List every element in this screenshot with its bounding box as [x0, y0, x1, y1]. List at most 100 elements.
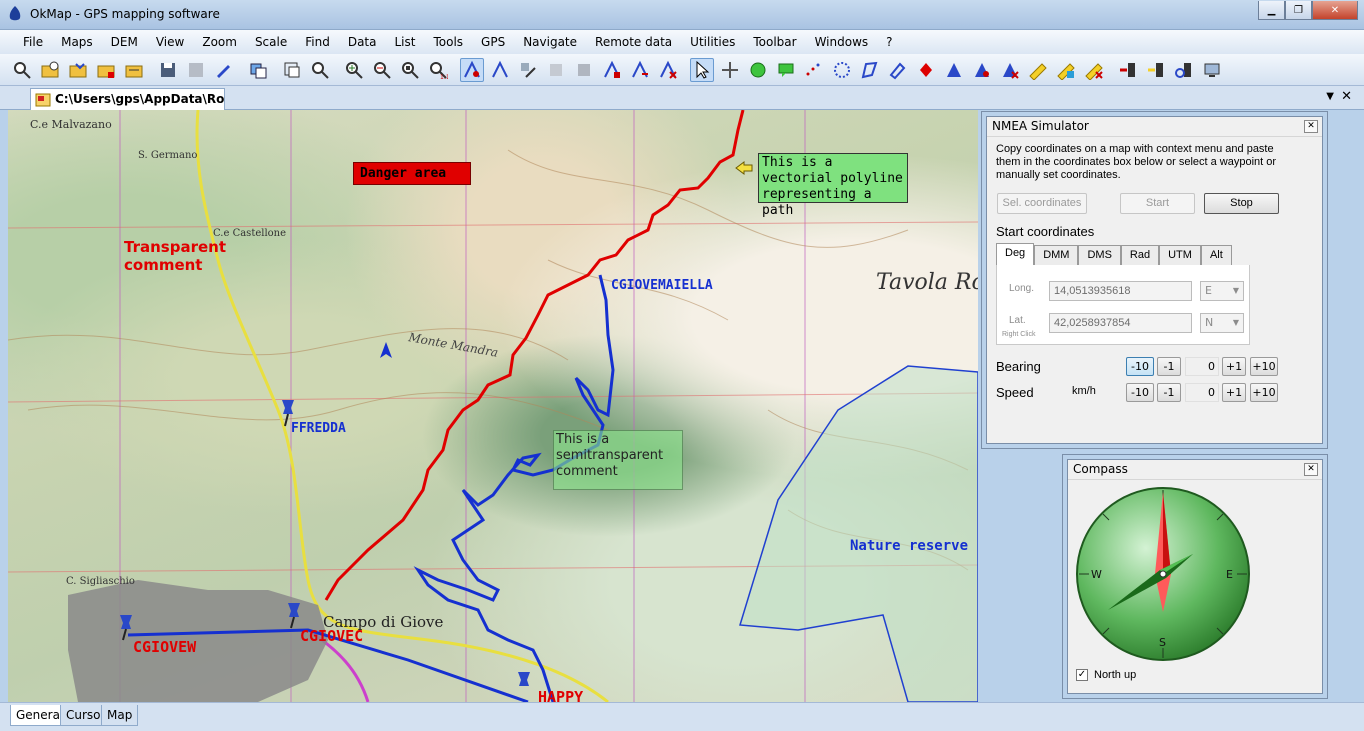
- data-disabled-2-button[interactable]: [572, 58, 596, 82]
- add-route-button[interactable]: [942, 58, 966, 82]
- open-folder-list-button[interactable]: [122, 58, 146, 82]
- delete-track-button[interactable]: [998, 58, 1022, 82]
- edit-data-button[interactable]: [212, 58, 236, 82]
- maximize-button[interactable]: ❐: [1285, 1, 1312, 20]
- comment-button[interactable]: [774, 58, 798, 82]
- tab-list-chevron-icon[interactable]: ▼: [1326, 91, 1334, 102]
- menu-list[interactable]: List: [385, 31, 424, 53]
- start-button[interactable]: Start: [1120, 193, 1195, 214]
- tab-dms[interactable]: DMS: [1078, 245, 1121, 265]
- data-pen-button[interactable]: [516, 58, 540, 82]
- menu-dem[interactable]: DEM: [102, 31, 147, 53]
- tab-alt[interactable]: Alt: [1200, 245, 1232, 265]
- add-track-button[interactable]: [970, 58, 994, 82]
- zoom-fit-button[interactable]: [398, 58, 422, 82]
- data-delete-button[interactable]: [656, 58, 680, 82]
- menu-navigate[interactable]: Navigate: [514, 31, 586, 53]
- gps-realtime-button[interactable]: [1172, 58, 1196, 82]
- menu-help[interactable]: ?: [877, 31, 901, 53]
- save-button[interactable]: [156, 58, 180, 82]
- bearing-minus-1-button[interactable]: -1: [1157, 357, 1181, 376]
- waypoint-label-happy[interactable]: HAPPY: [538, 688, 583, 702]
- bearing-plus-10-button[interactable]: +10: [1250, 357, 1278, 376]
- zoom-in-button[interactable]: [342, 58, 366, 82]
- tab-utm[interactable]: UTM: [1159, 245, 1201, 265]
- close-window-button[interactable]: ✕: [1312, 1, 1358, 20]
- menu-file[interactable]: File: [14, 31, 52, 53]
- menu-view[interactable]: View: [147, 31, 193, 53]
- menu-maps[interactable]: Maps: [52, 31, 102, 53]
- waypoint-label-cgiovemaiella[interactable]: CGIOVEMAIELLA: [611, 278, 713, 293]
- data-disabled-1-button[interactable]: [544, 58, 568, 82]
- speed-value[interactable]: 0: [1185, 383, 1219, 402]
- select-coordinates-button[interactable]: Sel. coordinates: [997, 193, 1087, 214]
- add-waypoint-button[interactable]: [914, 58, 938, 82]
- select-data-button[interactable]: [460, 58, 484, 82]
- draw-circle-button[interactable]: [830, 58, 854, 82]
- document-tab[interactable]: C:\Users\gps\AppData\Roa...: [30, 88, 225, 110]
- zoom-1-1-button[interactable]: 1:1: [426, 58, 450, 82]
- speed-minus-1-button[interactable]: -1: [1157, 383, 1181, 402]
- menu-remote-data[interactable]: Remote data: [586, 31, 681, 53]
- bearing-value[interactable]: 0: [1185, 357, 1219, 376]
- draw-pen-button[interactable]: [886, 58, 910, 82]
- compass-close-button[interactable]: ✕: [1304, 463, 1318, 476]
- nature-reserve-area[interactable]: [739, 365, 978, 702]
- open-folder-data-button[interactable]: [66, 58, 90, 82]
- zoom-out-button[interactable]: [370, 58, 394, 82]
- crosshair-button[interactable]: [718, 58, 742, 82]
- measure-button[interactable]: [1026, 58, 1050, 82]
- close-document-icon[interactable]: ✕: [1341, 89, 1352, 104]
- nature-reserve-label[interactable]: Nature reserve: [850, 538, 968, 554]
- speed-plus-10-button[interactable]: +10: [1250, 383, 1278, 402]
- tab-rad[interactable]: Rad: [1120, 245, 1160, 265]
- gps-import-button[interactable]: [1116, 58, 1140, 82]
- menu-windows[interactable]: Windows: [806, 31, 878, 53]
- nmea-close-button[interactable]: ✕: [1304, 120, 1318, 133]
- smiley-button[interactable]: [746, 58, 770, 82]
- measure-area-button[interactable]: [1054, 58, 1078, 82]
- menu-toolbar[interactable]: Toolbar: [744, 31, 805, 53]
- zoom-window-button[interactable]: [280, 58, 304, 82]
- draw-polygon-button[interactable]: [858, 58, 882, 82]
- longitude-direction-select[interactable]: E ▼: [1200, 281, 1244, 301]
- tab-deg[interactable]: Deg: [996, 243, 1035, 265]
- longitude-field[interactable]: 14,0513935618: [1049, 281, 1192, 301]
- tab-dmm[interactable]: DMM: [1034, 245, 1079, 265]
- latitude-direction-select[interactable]: N ▼: [1200, 313, 1244, 333]
- find-button[interactable]: [308, 58, 332, 82]
- save-as-button[interactable]: [184, 58, 208, 82]
- data-track-button[interactable]: [628, 58, 652, 82]
- bearing-minus-10-button[interactable]: -10: [1126, 357, 1154, 376]
- waypoint-label-ffredda[interactable]: FFREDDA: [291, 421, 346, 436]
- speed-plus-1-button[interactable]: +1: [1222, 383, 1246, 402]
- map-view[interactable]: Danger area This is a vectorial polyline…: [8, 110, 978, 702]
- tab-map[interactable]: Map: [101, 705, 139, 726]
- layers-button[interactable]: [246, 58, 270, 82]
- gps-export-button[interactable]: [1144, 58, 1168, 82]
- menu-scale[interactable]: Scale: [246, 31, 296, 53]
- open-folder-red-button[interactable]: [94, 58, 118, 82]
- data-route-button[interactable]: [600, 58, 624, 82]
- north-up-checkbox[interactable]: ✓: [1076, 669, 1088, 681]
- menu-find[interactable]: Find: [296, 31, 339, 53]
- waypoint-label-cgiovew[interactable]: CGIOVEW: [133, 638, 196, 656]
- pointer-button[interactable]: [690, 58, 714, 82]
- stop-button[interactable]: Stop: [1204, 193, 1279, 214]
- danger-area-comment[interactable]: Danger area: [353, 162, 471, 185]
- waypoint-pin-happy[interactable]: [518, 672, 530, 686]
- bearing-plus-1-button[interactable]: +1: [1222, 357, 1246, 376]
- menu-zoom[interactable]: Zoom: [193, 31, 246, 53]
- menu-tools[interactable]: Tools: [424, 31, 472, 53]
- data-edit-button[interactable]: [488, 58, 512, 82]
- north-up-option[interactable]: ✓ North up: [1076, 669, 1136, 681]
- transparent-comment[interactable]: Transparent comment: [124, 238, 234, 274]
- gps-settings-button[interactable]: [1200, 58, 1224, 82]
- clear-measure-button[interactable]: [1082, 58, 1106, 82]
- open-map-button[interactable]: [10, 58, 34, 82]
- speed-minus-10-button[interactable]: -10: [1126, 383, 1154, 402]
- menu-data[interactable]: Data: [339, 31, 386, 53]
- menu-gps[interactable]: GPS: [472, 31, 514, 53]
- open-folder-button[interactable]: [38, 58, 62, 82]
- blue-arrow-marker[interactable]: [380, 342, 392, 358]
